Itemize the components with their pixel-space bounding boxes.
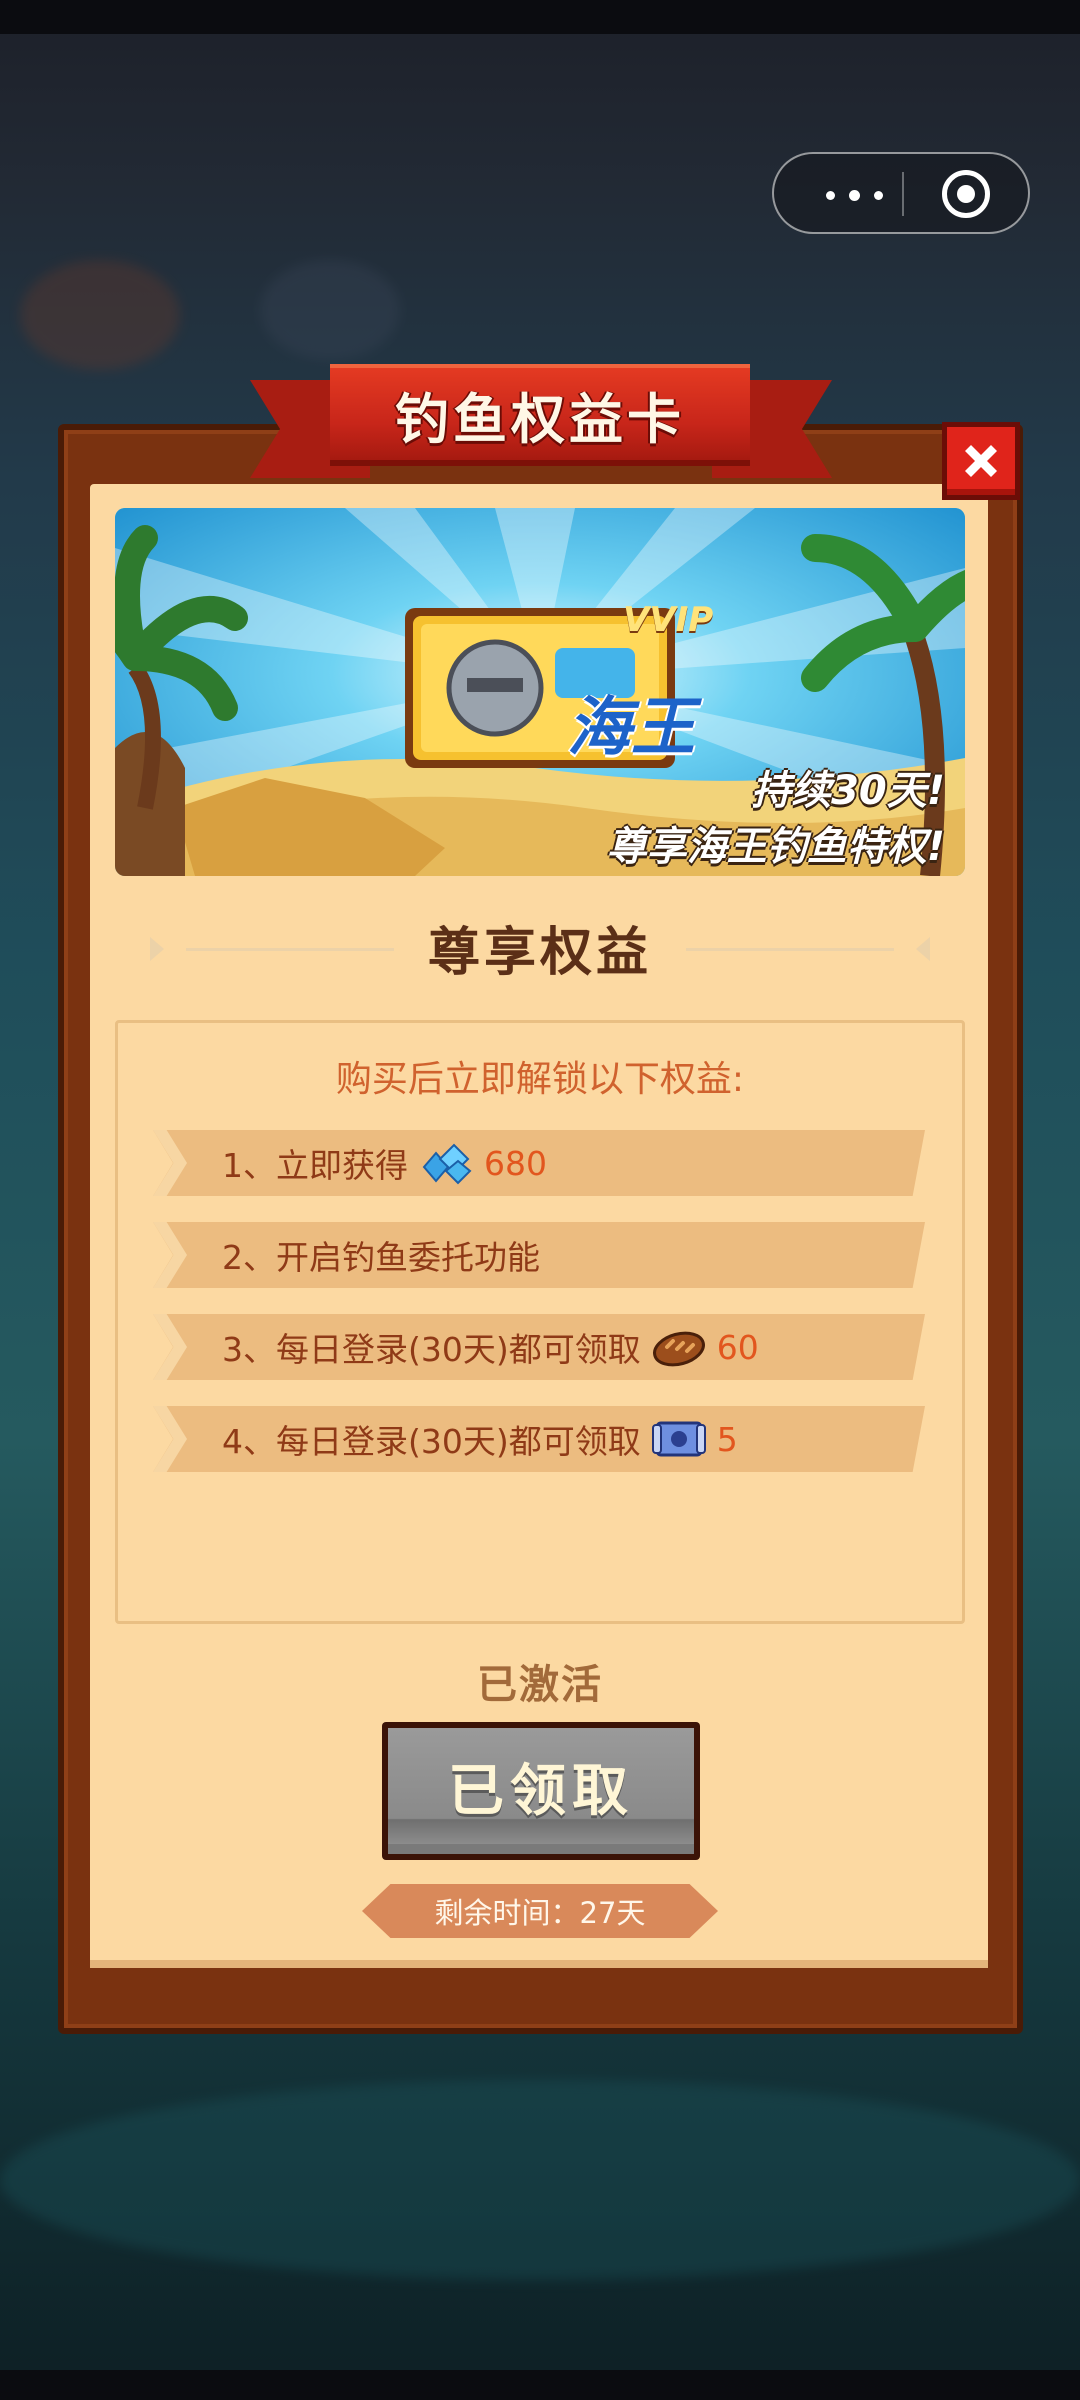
benefit-label: 1、立即获得 [222, 1146, 408, 1185]
vip-badge-text: VVIP [623, 600, 714, 640]
benefit-item: 4、每日登录(30天)都可领取 5 [222, 1406, 738, 1472]
section-arrow-right [916, 937, 930, 961]
benefit-value: 5 [716, 1419, 738, 1459]
background-blur [260, 260, 400, 360]
benefits-intro: 购买后立即解锁以下权益: [335, 1059, 745, 1100]
badge-name: 海王 [567, 691, 695, 765]
navigation-bar [0, 2370, 1080, 2400]
claimed-button-face: 已领取 [388, 1728, 694, 1854]
close-button[interactable] [942, 422, 1020, 500]
banner-caption-duration: 持续30天! [751, 768, 945, 814]
ticket-scroll-icon [651, 1421, 706, 1457]
claimed-button-label: 已领取 [448, 1758, 634, 1824]
bread-icon [652, 1331, 705, 1367]
miniprogram-capsule [772, 152, 1030, 234]
benefit-item: 3、每日登录(30天)都可领取 60 [222, 1314, 759, 1380]
benefit-label: 2、开启钓鱼委托功能 [222, 1238, 540, 1277]
activation-status: 已激活 [477, 1662, 603, 1708]
benefit-value: 680 [484, 1143, 547, 1183]
status-bar [0, 0, 1080, 34]
more-dots-icon[interactable] [814, 172, 894, 216]
claimed-button[interactable]: 已领取 [382, 1722, 700, 1860]
target-circle-icon[interactable] [942, 170, 990, 218]
benefit-label: 3、每日登录(30天)都可领取 [222, 1330, 641, 1369]
section-line-right [686, 948, 894, 951]
close-x-icon [965, 445, 997, 477]
background-blur [20, 260, 180, 370]
panel-bottom-edge [90, 1960, 988, 1968]
benefit-label: 4、每日登录(30天)都可领取 [222, 1422, 641, 1461]
remaining-time-text: 剩余时间：27天 [434, 1896, 646, 1930]
section-line-left [186, 948, 394, 951]
benefit-item: 1、立即获得 680 [222, 1130, 547, 1196]
section-arrow-left [150, 937, 164, 961]
promo-banner: VVIP 海王 持续30天! 尊享海王钓鱼特权! [115, 508, 965, 876]
capsule-divider [902, 172, 904, 216]
diamond-gems-icon [422, 1143, 472, 1185]
title-ribbon: 钓鱼权益卡 [330, 364, 750, 466]
modal-title: 钓鱼权益卡 [395, 387, 685, 451]
benefit-item: 2、开启钓鱼委托功能 [222, 1222, 540, 1288]
remaining-time-badge: 剩余时间：27天 [362, 1884, 718, 1938]
benefit-value: 60 [716, 1327, 759, 1367]
banner-caption-privilege: 尊享海王钓鱼特权! [606, 824, 945, 870]
background-blur [0, 2080, 1080, 2280]
section-title: 尊享权益 [427, 923, 652, 983]
